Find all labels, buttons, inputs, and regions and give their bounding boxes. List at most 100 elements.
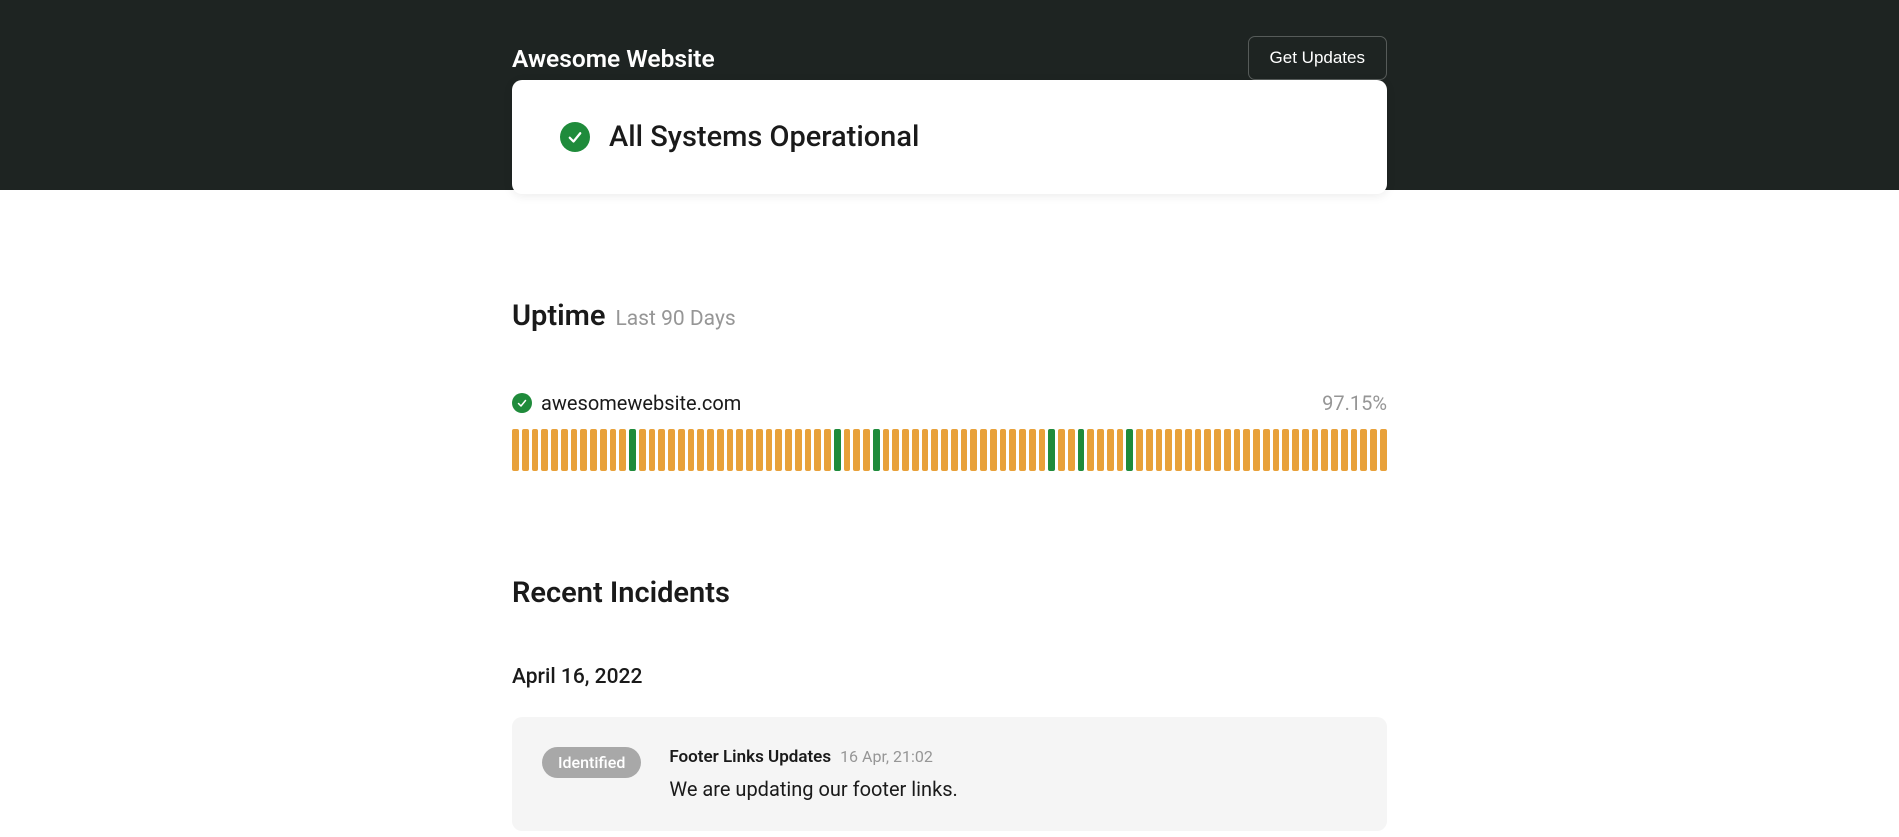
uptime-day-tick[interactable] xyxy=(512,429,519,471)
incident-status-badge: Identified xyxy=(542,747,641,778)
uptime-day-tick[interactable] xyxy=(688,429,695,471)
uptime-day-tick[interactable] xyxy=(678,429,685,471)
uptime-day-tick[interactable] xyxy=(551,429,558,471)
uptime-day-tick[interactable] xyxy=(970,429,977,471)
uptime-day-tick[interactable] xyxy=(1263,429,1270,471)
incident-title[interactable]: Footer Links Updates xyxy=(669,747,831,767)
uptime-day-tick[interactable] xyxy=(785,429,792,471)
uptime-day-tick[interactable] xyxy=(707,429,714,471)
uptime-day-tick[interactable] xyxy=(931,429,938,471)
uptime-day-tick[interactable] xyxy=(590,429,597,471)
uptime-day-tick[interactable] xyxy=(717,429,724,471)
check-circle-icon xyxy=(560,122,590,152)
monitor-percentage: 97.15% xyxy=(1322,391,1387,415)
uptime-day-tick[interactable] xyxy=(1175,429,1182,471)
uptime-day-tick[interactable] xyxy=(1185,429,1192,471)
incident-description: We are updating our footer links. xyxy=(669,777,1357,801)
uptime-day-tick[interactable] xyxy=(805,429,812,471)
uptime-day-tick[interactable] xyxy=(1195,429,1202,471)
uptime-day-tick[interactable] xyxy=(1273,429,1280,471)
uptime-day-tick[interactable] xyxy=(990,429,997,471)
uptime-day-tick[interactable] xyxy=(1000,429,1007,471)
uptime-day-tick[interactable] xyxy=(941,429,948,471)
uptime-day-tick[interactable] xyxy=(1029,429,1036,471)
uptime-day-tick[interactable] xyxy=(668,429,675,471)
monitor-name[interactable]: awesomewebsite.com xyxy=(541,391,741,415)
uptime-day-tick[interactable] xyxy=(1282,429,1289,471)
uptime-day-tick[interactable] xyxy=(629,429,636,471)
uptime-day-tick[interactable] xyxy=(1341,429,1348,471)
uptime-day-tick[interactable] xyxy=(844,429,851,471)
uptime-day-tick[interactable] xyxy=(571,429,578,471)
uptime-day-tick[interactable] xyxy=(541,429,548,471)
uptime-day-tick[interactable] xyxy=(902,429,909,471)
uptime-day-tick[interactable] xyxy=(1360,429,1367,471)
uptime-day-tick[interactable] xyxy=(697,429,704,471)
uptime-day-tick[interactable] xyxy=(961,429,968,471)
uptime-day-tick[interactable] xyxy=(1107,429,1114,471)
uptime-day-tick[interactable] xyxy=(892,429,899,471)
uptime-day-tick[interactable] xyxy=(727,429,734,471)
uptime-day-tick[interactable] xyxy=(1224,429,1231,471)
uptime-day-tick[interactable] xyxy=(1370,429,1377,471)
uptime-day-tick[interactable] xyxy=(853,429,860,471)
incident-time: 16 Apr, 21:02 xyxy=(840,747,933,766)
uptime-day-tick[interactable] xyxy=(522,429,529,471)
uptime-day-tick[interactable] xyxy=(1126,429,1133,471)
uptime-day-tick[interactable] xyxy=(1156,429,1163,471)
uptime-day-tick[interactable] xyxy=(610,429,617,471)
uptime-day-tick[interactable] xyxy=(1019,429,1026,471)
uptime-day-tick[interactable] xyxy=(980,429,987,471)
uptime-day-tick[interactable] xyxy=(639,429,646,471)
uptime-day-tick[interactable] xyxy=(1146,429,1153,471)
uptime-day-tick[interactable] xyxy=(1136,429,1143,471)
uptime-day-tick[interactable] xyxy=(1292,429,1299,471)
uptime-day-tick[interactable] xyxy=(580,429,587,471)
uptime-day-tick[interactable] xyxy=(1243,429,1250,471)
uptime-day-tick[interactable] xyxy=(766,429,773,471)
uptime-day-tick[interactable] xyxy=(922,429,929,471)
uptime-day-tick[interactable] xyxy=(1380,429,1387,471)
uptime-day-tick[interactable] xyxy=(600,429,607,471)
uptime-day-tick[interactable] xyxy=(1058,429,1065,471)
uptime-day-tick[interactable] xyxy=(1068,429,1075,471)
uptime-day-tick[interactable] xyxy=(1117,429,1124,471)
uptime-day-tick[interactable] xyxy=(873,429,880,471)
uptime-day-tick[interactable] xyxy=(824,429,831,471)
uptime-day-tick[interactable] xyxy=(1234,429,1241,471)
uptime-day-tick[interactable] xyxy=(1087,429,1094,471)
uptime-day-tick[interactable] xyxy=(1312,429,1319,471)
uptime-day-tick[interactable] xyxy=(1331,429,1338,471)
uptime-day-tick[interactable] xyxy=(795,429,802,471)
status-message: All Systems Operational xyxy=(609,120,919,154)
uptime-day-tick[interactable] xyxy=(756,429,763,471)
uptime-day-tick[interactable] xyxy=(951,429,958,471)
uptime-day-tick[interactable] xyxy=(814,429,821,471)
uptime-day-tick[interactable] xyxy=(883,429,890,471)
get-updates-button[interactable]: Get Updates xyxy=(1248,36,1387,80)
uptime-day-tick[interactable] xyxy=(834,429,841,471)
uptime-day-tick[interactable] xyxy=(1078,429,1085,471)
uptime-day-tick[interactable] xyxy=(649,429,656,471)
uptime-day-tick[interactable] xyxy=(1165,429,1172,471)
uptime-day-tick[interactable] xyxy=(1321,429,1328,471)
uptime-day-tick[interactable] xyxy=(658,429,665,471)
uptime-day-tick[interactable] xyxy=(1214,429,1221,471)
uptime-day-tick[interactable] xyxy=(1302,429,1309,471)
uptime-day-tick[interactable] xyxy=(532,429,539,471)
uptime-day-tick[interactable] xyxy=(1097,429,1104,471)
uptime-day-tick[interactable] xyxy=(736,429,743,471)
uptime-day-tick[interactable] xyxy=(1009,429,1016,471)
incidents-title: Recent Incidents xyxy=(512,576,1387,610)
uptime-day-tick[interactable] xyxy=(1253,429,1260,471)
uptime-day-tick[interactable] xyxy=(1204,429,1211,471)
uptime-day-tick[interactable] xyxy=(1351,429,1358,471)
uptime-day-tick[interactable] xyxy=(561,429,568,471)
uptime-day-tick[interactable] xyxy=(912,429,919,471)
uptime-day-tick[interactable] xyxy=(746,429,753,471)
uptime-day-tick[interactable] xyxy=(863,429,870,471)
uptime-day-tick[interactable] xyxy=(619,429,626,471)
uptime-day-tick[interactable] xyxy=(1048,429,1055,471)
uptime-day-tick[interactable] xyxy=(1039,429,1046,471)
uptime-day-tick[interactable] xyxy=(775,429,782,471)
